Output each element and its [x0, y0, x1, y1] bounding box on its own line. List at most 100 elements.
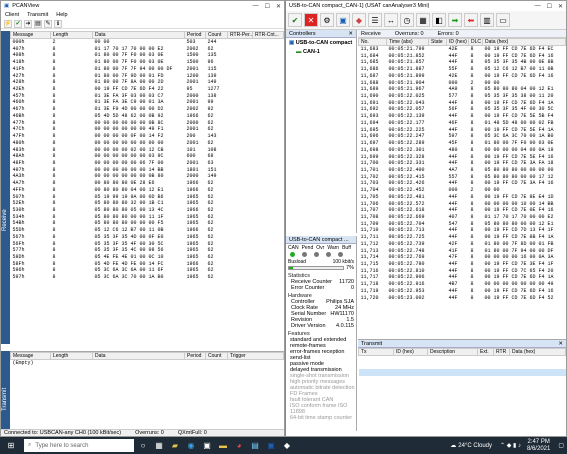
- table-row[interactable]: 000h 2 00 00 503 244: [11, 39, 284, 46]
- tx-row[interactable]: [359, 356, 566, 363]
- edge-icon[interactable]: ◉: [184, 439, 198, 452]
- table-row[interactable]: 460h 8 01 3E FA 3E C9 00 01 3A 2001 99: [11, 99, 284, 106]
- column-header[interactable]: RTR-Cnt...: [252, 31, 284, 39]
- controller-item[interactable]: ▣ USB-to-CAN compact: [286, 38, 356, 48]
- table-row[interactable]: 480h 8 00 00 00 00 00 00 00 00 2001 62: [11, 140, 284, 147]
- store-icon[interactable]: ▣: [200, 439, 214, 452]
- table-row[interactable]: 47Fh 8 00 00 00 00 0F 00 14 F2 200 143: [11, 133, 284, 140]
- table-row[interactable]: 11,699 00:05:22.328 44F 8 00 19 FF CD 7E 5E …: [359, 154, 566, 161]
- maximize-icon[interactable]: ☐: [265, 3, 270, 10]
- tx-row[interactable]: [359, 362, 566, 369]
- table-row[interactable]: 418h 8 01 80 00 7F F0 00 03 0E 1500 96: [11, 59, 284, 66]
- table-row[interactable]: 55Dh 8 05 12 C6 12 B7 00 11 0B 1966 62: [11, 227, 284, 234]
- column-header[interactable]: Time (abs): [386, 38, 429, 46]
- column-header[interactable]: ID (hex): [393, 348, 428, 356]
- table-row[interactable]: 52Eh 8 05 80 80 80 32 00 1B C1 1965 62: [11, 200, 284, 207]
- tx-row[interactable]: [359, 382, 566, 389]
- info-icon[interactable]: ℹ: [54, 19, 62, 28]
- table-row[interactable]: 11,712 00:05:22.739 42F 8 01 80 00 7F 8D 00 …: [359, 241, 566, 248]
- table-row[interactable]: (Empty): [11, 360, 284, 367]
- table-row[interactable]: 11,698 00:05:22.301 480 8 00 00 00 00 04 00 …: [359, 147, 566, 154]
- table-row[interactable]: 467h 8 01 3E F9 4D 00 00 00 D2 2002 92: [11, 106, 284, 113]
- column-header[interactable]: Count: [205, 31, 228, 39]
- column-header[interactable]: ID (hex): [446, 38, 469, 46]
- arrow-icon[interactable]: ➜: [24, 19, 32, 28]
- table-row[interactable]: 11,714 00:05:22.769 47F 8 00 00 00 00 16 00 …: [359, 254, 566, 261]
- table-row[interactable]: 11,705 00:05:22.481 44F 8 00 19 FF CD 7E 8E …: [359, 194, 566, 201]
- table-row[interactable]: 11,692 00:05:22.057 56F 8 05 35 3F 35 4F 00 …: [359, 106, 566, 113]
- column-header[interactable]: Message: [10, 352, 51, 360]
- table-row[interactable]: 11,683 00:05:21.799 42E 8 00 19 FF CD 7E 6D …: [359, 46, 566, 53]
- app-icon-3[interactable]: ◆: [280, 439, 294, 452]
- column-header[interactable]: Data (hex): [482, 38, 566, 46]
- table-row[interactable]: 11,706 00:05:22.572 44F 8 00 00 00 00 10 00 …: [359, 201, 566, 208]
- table-row[interactable]: 11,719 00:05:22.953 44F 8 00 19 FF CD 7E 6D …: [359, 288, 566, 295]
- chart-icon[interactable]: ▥: [480, 13, 494, 27]
- table-row[interactable]: 47Ch 8 00 00 00 00 00 00 49 F1 2001 62: [11, 126, 284, 133]
- table-row[interactable]: 11,688 00:05:21.904 000 2 00 00: [359, 80, 566, 87]
- table-row[interactable]: 48Fh 8 00 00 00 00 00 06 7F 00 2001 63: [11, 160, 284, 167]
- tx-row[interactable]: [358, 368, 566, 376]
- column-header[interactable]: Period: [184, 31, 206, 39]
- app-icon-2[interactable]: ▣: [264, 439, 278, 452]
- column-header[interactable]: Length: [50, 352, 93, 360]
- table-row[interactable]: 11,685 00:05:21.857 44F 8 05 35 3F 35 4B 00 …: [359, 59, 566, 66]
- folder-icon[interactable]: ▬: [216, 439, 230, 452]
- forward-icon[interactable]: ➡: [448, 13, 462, 27]
- table-row[interactable]: 11,684 00:05:21.852 44F 8 00 19 FF CD 7E 6D …: [359, 53, 566, 60]
- table-row[interactable]: 11,717 00:05:22.906 44F 8 00 19 FF CD 7E 6D …: [359, 274, 566, 281]
- table-row[interactable]: 596h 8 05 3C 6A 3C 6A 00 11 6F 1965 62: [11, 267, 284, 274]
- column-header[interactable]: No.: [358, 38, 387, 46]
- connect-icon[interactable]: ⚡: [4, 19, 12, 28]
- table-row[interactable]: 11,700 00:05:22.331 44F 8 00 19 FF CD 7E 3A …: [359, 160, 566, 167]
- table-row[interactable]: 42Eh 8 00 19 FF CD 7E 6D F4 22 95 1277: [11, 86, 284, 93]
- table-row[interactable]: 597h 8 05 3C 6A 3C 70 00 1A B0 1965 62: [11, 274, 284, 281]
- table-row[interactable]: 56Fh 8 05 35 3F 35 4F 00 30 5C 1965 62: [11, 241, 284, 248]
- column-header[interactable]: State: [428, 38, 447, 46]
- check-icon[interactable]: ✔: [14, 19, 22, 28]
- table-row[interactable]: 11,697 00:05:22.289 45F 8 01 80 00 7F F0 00 …: [359, 140, 566, 147]
- table-row[interactable]: 11,686 00:05:21.887 55F 8 05 12 C6 12 B7 00 …: [359, 66, 566, 73]
- column-header[interactable]: Message: [10, 31, 51, 39]
- tx-row[interactable]: [359, 376, 566, 383]
- table-row[interactable]: 577h 8 05 35 3F 35 4C 00 08 56 1965 62: [11, 247, 284, 254]
- table-row[interactable]: 483h 8 00 00 00 00 02 00 12 CB 101 108: [11, 147, 284, 154]
- column-header[interactable]: Period: [184, 352, 206, 360]
- table-row[interactable]: 11,708 00:05:22.669 407 8 01 17 70 17 70 00 …: [359, 214, 566, 221]
- table-row[interactable]: 11,711 00:05:22.725 44F 8 00 19 FF CD 7E 8B …: [359, 234, 566, 241]
- table-row[interactable]: 11,689 00:05:21.967 4A9 8 05 80 80 80 04 00 …: [359, 86, 566, 93]
- maximize-icon[interactable]: ☐: [547, 3, 552, 10]
- minimize-icon[interactable]: —: [535, 3, 541, 10]
- table-row[interactable]: 48Ah 8 00 00 00 00 00 00 03 9C 600 68: [11, 153, 284, 160]
- check-icon[interactable]: ✔: [288, 13, 302, 27]
- table-row[interactable]: 11,718 00:05:22.916 4B7 8 00 00 00 00 00 00 …: [359, 281, 566, 288]
- grid-icon[interactable]: ▦: [416, 13, 430, 27]
- table-row[interactable]: 11,695 00:05:22.225 44F 8 00 19 FF CD 7E 5E …: [359, 127, 566, 134]
- table-row[interactable]: 534h 8 05 80 80 80 00 00 11 1F 1965 62: [11, 214, 284, 221]
- column-header[interactable]: Trigger: [227, 352, 284, 360]
- table-row[interactable]: 11,709 00:05:22.704 547 8 05 80 80 80 00 00 …: [359, 221, 566, 228]
- close-icon[interactable]: ✕: [276, 3, 281, 10]
- file-explorer-icon[interactable]: ▰: [168, 439, 182, 452]
- table-row[interactable]: 11,702 00:05:22.415 557 8 05 80 80 80 00 00 …: [359, 174, 566, 181]
- table-row[interactable]: 427h 8 01 80 00 7F 9D 00 01 FD 1200 139: [11, 73, 284, 80]
- column-header[interactable]: Length: [50, 31, 93, 39]
- table-row[interactable]: 4FFh 8 00 80 80 80 04 00 12 E1 1966 62: [11, 187, 284, 194]
- table-row[interactable]: 54Bh 8 05 80 80 80 00 00 00 F5 1965 62: [11, 220, 284, 227]
- table-row[interactable]: 567h 8 05 35 3F 35 4D 00 0F E0 1965 62: [11, 234, 284, 241]
- table-row[interactable]: 4A3h 8 00 00 00 00 00 00 0B 80 2000 149: [11, 173, 284, 180]
- close-icon[interactable]: ✕: [558, 3, 563, 10]
- minimize-icon[interactable]: —: [253, 3, 259, 10]
- search-box[interactable]: ⌕ Type here to search: [24, 439, 134, 452]
- table-row[interactable]: 4A7h 8 00 80 80 80 0E 28 E6 1966 62: [11, 180, 284, 187]
- table-row[interactable]: 11,707 00:05:22.618 44F 8 00 19 FF CD 7E 0E …: [359, 207, 566, 214]
- column-header[interactable]: RTR: [493, 348, 510, 356]
- table-row[interactable]: 407h 8 01 17 70 17 70 00 00 E2 2002 62: [11, 46, 284, 53]
- table-row[interactable]: 11,720 00:05:23.002 44F 8 00 19 FF CD 7E 6D …: [359, 295, 566, 302]
- table-row[interactable]: 11,696 00:05:22.247 597 8 05 3C 6A 3C 70 00 …: [359, 133, 566, 140]
- back-icon[interactable]: ⬅: [464, 13, 478, 27]
- table-row[interactable]: 11,690 00:05:22.025 577 8 05 35 3F 35 38 00 …: [359, 93, 566, 100]
- column-header[interactable]: RTR-Per...: [227, 31, 253, 39]
- table-row[interactable]: 58Fh 8 05 4D FE 4D FE 00 14 FC 1966 62: [11, 261, 284, 268]
- weather-text[interactable]: 24°C Cloudy: [458, 443, 492, 449]
